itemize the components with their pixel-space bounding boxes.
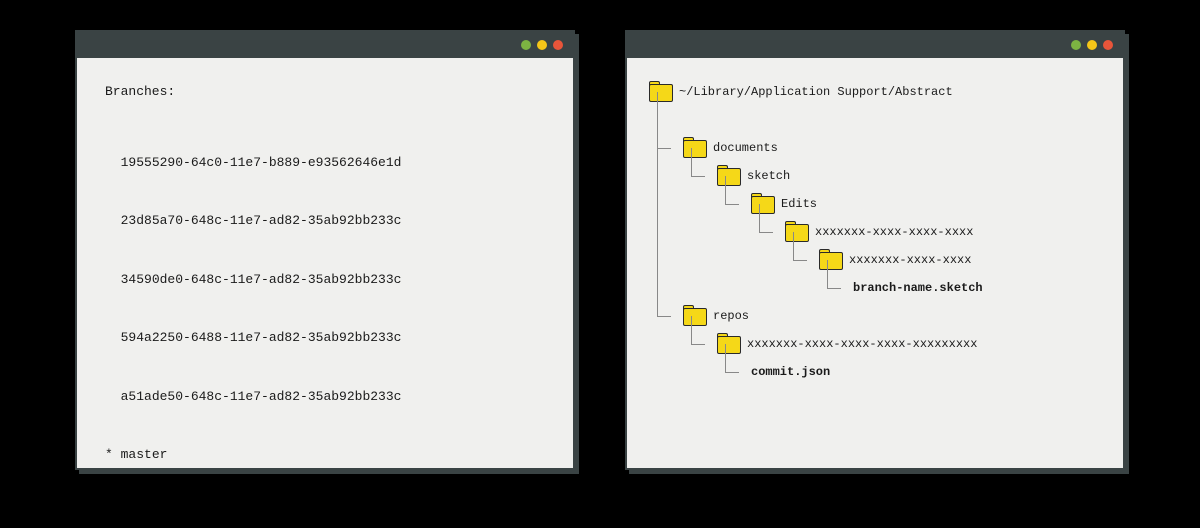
- tree-row: xxxxxxx-xxxx-xxxx-xxxx-xxxxxxxxx: [649, 330, 1101, 358]
- branch-item: a51ade50-648c-11e7-ad82-35ab92bb233c: [105, 387, 545, 407]
- close-icon[interactable]: [1103, 40, 1113, 50]
- minimize-icon[interactable]: [521, 40, 531, 50]
- tree-label: ~/Library/Application Support/Abstract: [679, 85, 953, 99]
- branch-item: 23d85a70-648c-11e7-ad82-35ab92bb233c: [105, 211, 545, 231]
- tree-row: commit.json: [649, 358, 1101, 386]
- tree-file-label: branch-name.sketch: [853, 281, 983, 295]
- tree-file-label: commit.json: [751, 365, 830, 379]
- tree-label: repos: [713, 309, 749, 323]
- folder-icon: [717, 168, 739, 184]
- branch-item-active: master: [105, 445, 545, 465]
- folder-icon: [683, 140, 705, 156]
- tree-label: xxxxxxx-xxxx-xxxx-xxxx-xxxxxxxxx: [747, 337, 977, 351]
- branch-item: 34590de0-648c-11e7-ad82-35ab92bb233c: [105, 270, 545, 290]
- folder-icon: [751, 196, 773, 212]
- tree-label: xxxxxxx-xxxx-xxxx: [849, 253, 971, 267]
- tree-vspace: [649, 106, 1101, 134]
- folder-icon: [819, 252, 841, 268]
- minimize-icon[interactable]: [1071, 40, 1081, 50]
- tree-row: documents: [649, 134, 1101, 162]
- tree-row: xxxxxxx-xxxx-xxxx-xxxx: [649, 218, 1101, 246]
- tree-row: repos: [649, 302, 1101, 330]
- filetree-window: ~/Library/Application Support/Abstract d…: [625, 30, 1125, 470]
- maximize-icon[interactable]: [537, 40, 547, 50]
- filetree-content: ~/Library/Application Support/Abstract d…: [627, 58, 1123, 406]
- titlebar: [627, 32, 1123, 58]
- branch-list: 19555290-64c0-11e7-b889-e93562646e1d 23d…: [105, 114, 545, 504]
- branch-item: 19555290-64c0-11e7-b889-e93562646e1d: [105, 153, 545, 173]
- terminal-content: Branches: 19555290-64c0-11e7-b889-e93562…: [77, 58, 573, 528]
- folder-icon: [717, 336, 739, 352]
- tree-row: branch-name.sketch: [649, 274, 1101, 302]
- branch-item: 594a2250-6488-11e7-ad82-35ab92bb233c: [105, 328, 545, 348]
- titlebar: [77, 32, 573, 58]
- tree-label: sketch: [747, 169, 790, 183]
- tree-label: documents: [713, 141, 778, 155]
- tree-label: Edits: [781, 197, 817, 211]
- folder-icon: [683, 308, 705, 324]
- folder-icon: [649, 84, 671, 100]
- folder-icon: [785, 224, 807, 240]
- tree-row: Edits: [649, 190, 1101, 218]
- close-icon[interactable]: [553, 40, 563, 50]
- tree-row: sketch: [649, 162, 1101, 190]
- maximize-icon[interactable]: [1087, 40, 1097, 50]
- terminal-window: Branches: 19555290-64c0-11e7-b889-e93562…: [75, 30, 575, 470]
- tree-label: xxxxxxx-xxxx-xxxx-xxxx: [815, 225, 973, 239]
- tree-row-root: ~/Library/Application Support/Abstract: [649, 78, 1101, 106]
- branches-heading: Branches:: [105, 82, 545, 102]
- tree-row: xxxxxxx-xxxx-xxxx: [649, 246, 1101, 274]
